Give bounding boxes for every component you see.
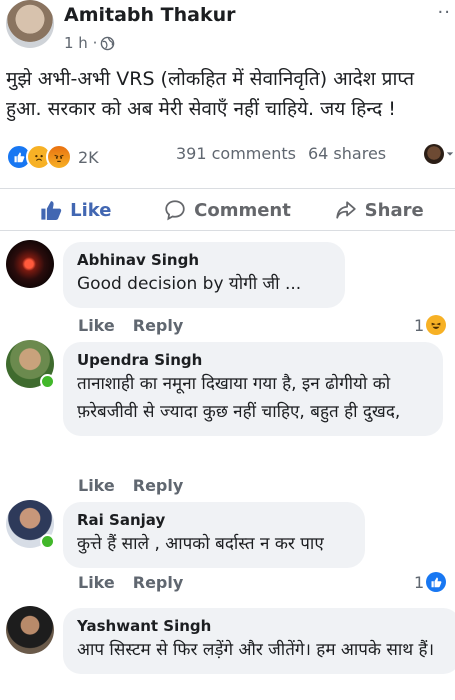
comment-author[interactable]: Upendra Singh [77,350,429,370]
post-text: मुझे अभी-अभी VRS (लोकहित में सेवानिवृति)… [6,68,415,120]
comment-bubble: Rai Sanjay कुत्ते हैं साले , आपको बर्दास… [63,502,365,568]
comment-author[interactable]: Yashwant Singh [77,616,447,636]
comment-text: तानाशाही का नमूना दिखाया गया है, इन ढोगी… [77,374,401,422]
post-author-name[interactable]: Amitabh Thakur [64,4,236,26]
comment-reaction-number: 1 [414,572,425,592]
comment-actions: Like Reply [78,573,183,592]
comment-like-link[interactable]: Like [78,476,115,495]
post-stats: 391 comments 64 shares [176,144,386,163]
comment-button-label: Comment [194,199,291,221]
comment-author[interactable]: Abhinav Singh [77,250,331,270]
comment-reply-link[interactable]: Reply [133,573,184,592]
reaction-selector[interactable] [424,144,454,164]
online-status-icon [40,534,55,549]
like-thumb-icon [41,201,62,221]
comment-like-link[interactable]: Like [78,573,115,592]
post-meta: 1 h · [64,34,115,52]
share-button-label: Share [364,199,424,221]
comment-bubble: Yashwant Singh आप सिस्टम से फिर लड़ेंगे … [63,608,455,674]
comment-text: आप सिस्टम से फिर लड़ेंगे और जीतेंगे। हम … [77,640,435,660]
like-reaction-icon [426,572,447,592]
post-action-bar: Like Comment Share [0,188,455,231]
comment-reply-link[interactable]: Reply [133,316,184,335]
comment-reaction-count[interactable]: 1 [414,572,447,592]
comment-count[interactable]: 391 comments [176,144,296,163]
comment-bubble: Abhinav Singh Good decision by योगी जी .… [63,242,345,308]
more-icon[interactable]: ·· [438,2,451,23]
share-count[interactable]: 64 shares [308,144,386,163]
laugh-reaction-icon [426,315,447,335]
angry-reaction-icon [46,144,72,170]
comment-text: कुत्ते हैं साले , आपको बर्दास्त न कर पाए [77,534,324,554]
comment-actions: Like Reply [78,316,183,335]
comment-icon [165,200,185,221]
comment-author[interactable]: Rai Sanjay [77,510,351,530]
comment-reaction-count[interactable]: 1 [414,315,447,335]
reactions-summary[interactable]: 2K [6,144,99,170]
post-time[interactable]: 1 h · [64,34,97,52]
comment-reaction-number: 1 [414,315,425,335]
like-button[interactable]: Like [0,199,152,221]
comment-text: Good decision by योगी जी ... [77,274,302,294]
globe-icon [101,36,115,50]
like-button-label: Like [70,199,112,221]
reaction-count: 2K [78,147,99,167]
comment-bubble: Upendra Singh तानाशाही का नमूना दिखाया ग… [63,342,443,436]
post-author-avatar[interactable] [6,0,54,48]
chevron-down-icon [446,152,454,156]
share-button[interactable]: Share [303,199,455,221]
comment-button[interactable]: Comment [152,199,304,221]
comment-like-link[interactable]: Like [78,316,115,335]
viewer-avatar [424,144,444,164]
online-status-icon [40,374,55,389]
share-icon [335,201,356,219]
comment-avatar[interactable] [6,606,54,654]
comment-avatar[interactable] [6,240,54,288]
comment-actions: Like Reply [78,476,183,495]
comment-reply-link[interactable]: Reply [133,476,184,495]
divider [0,230,455,231]
